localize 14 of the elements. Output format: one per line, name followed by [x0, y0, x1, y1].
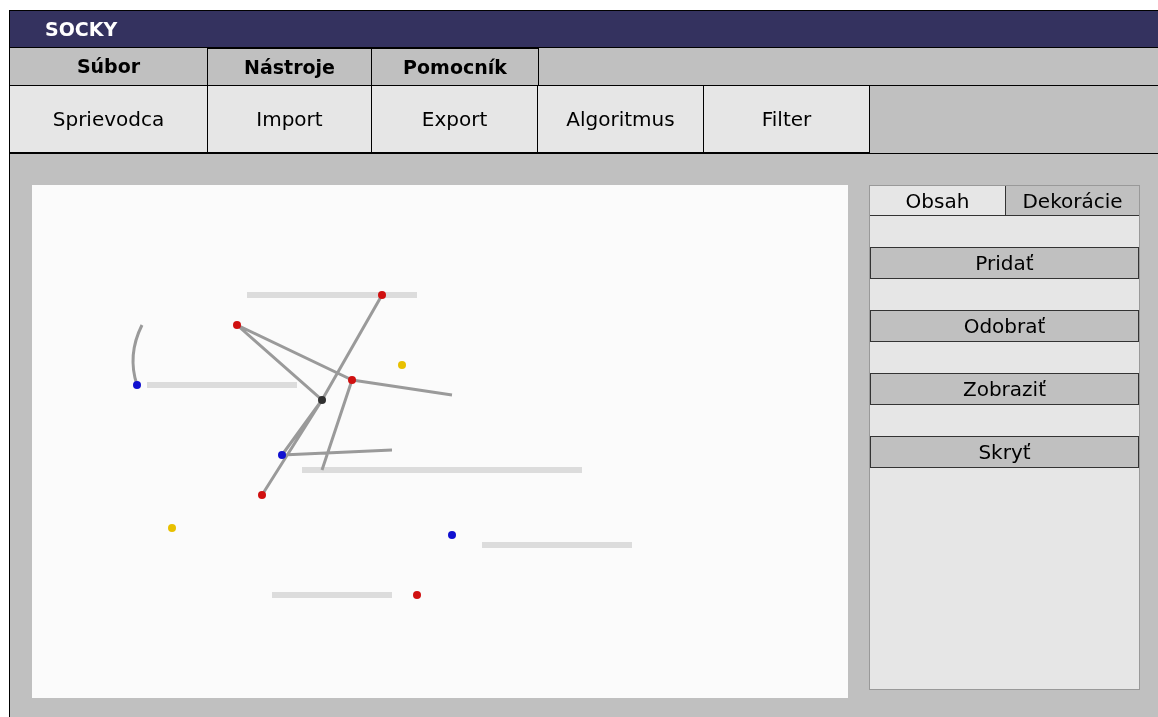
toolbar-button[interactable]: Algoritmus — [538, 86, 704, 153]
panel-button[interactable]: Skryť — [870, 436, 1139, 468]
window-title: SOCKY — [45, 16, 118, 42]
panel-button[interactable]: Zobraziť — [870, 373, 1139, 405]
toolbar-button[interactable]: Sprievodca — [10, 86, 208, 153]
toolbar-button[interactable]: Import — [208, 86, 372, 153]
panel-button[interactable]: Pridať — [870, 247, 1139, 279]
toolbar-button[interactable]: Filter — [704, 86, 870, 153]
panel-button[interactable]: Odobrať — [870, 310, 1139, 342]
toolbar-button[interactable]: Export — [372, 86, 538, 153]
menu-item[interactable]: Nástroje — [208, 47, 372, 86]
menu-item[interactable]: Súbor — [10, 47, 208, 86]
menu-item[interactable]: Pomocník — [372, 47, 539, 86]
panel-tab[interactable]: Dekorácie — [1006, 186, 1139, 215]
